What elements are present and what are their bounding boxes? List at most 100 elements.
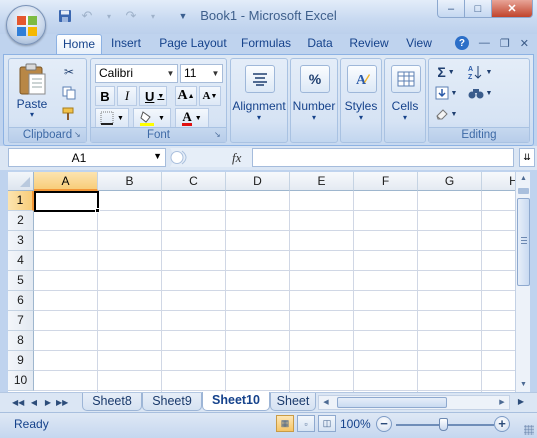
font-launcher-icon[interactable]: ↘	[214, 131, 223, 140]
maximize-button[interactable]: □	[464, 0, 492, 18]
font-size-combo[interactable]: 11 ▼	[180, 64, 223, 83]
styles-group[interactable]: A Styles ▾	[340, 58, 382, 143]
page-break-preview-icon[interactable]: ◫	[318, 415, 336, 432]
next-sheet-icon[interactable]: ▶	[42, 396, 54, 409]
zoom-out-icon[interactable]: −	[376, 416, 392, 432]
zoom-level[interactable]: 100%	[340, 417, 371, 431]
row-header-5[interactable]: 5	[8, 271, 34, 291]
normal-view-icon[interactable]: ▦	[276, 415, 294, 432]
alignment-group[interactable]: Alignment ▾	[230, 58, 288, 143]
vertical-scrollbar[interactable]: ▲ ▼	[515, 172, 530, 392]
row-header-2[interactable]: 2	[8, 211, 34, 231]
font-color-button[interactable]: A ▼	[175, 108, 209, 128]
page-layout-view-icon[interactable]: ▫	[297, 415, 315, 432]
first-sheet-icon[interactable]: ◀◀	[12, 396, 24, 409]
name-box[interactable]: A1 ▼	[8, 148, 166, 167]
prev-sheet-icon[interactable]: ◀	[28, 396, 40, 409]
office-button[interactable]	[6, 5, 46, 45]
autosum-button[interactable]: Σ ▼	[433, 62, 459, 82]
bold-button[interactable]: B	[95, 86, 115, 106]
fill-color-button[interactable]: ▼	[133, 108, 171, 128]
title-bar: ↶ ▾ ↷ ▾ ▼ Book1 - Microsoft Excel – □ ✕	[0, 0, 537, 34]
sheet-tab-sheet8[interactable]: Sheet8	[82, 393, 142, 411]
scroll-down-icon[interactable]: ▼	[516, 378, 531, 392]
help-icon[interactable]: ?	[454, 36, 469, 50]
insert-function-icon[interactable]: fx	[232, 150, 241, 166]
clipboard-launcher-icon[interactable]: ↘	[74, 131, 83, 140]
split-handle[interactable]	[518, 188, 529, 194]
paste-button[interactable]: Paste ▾	[13, 62, 51, 124]
column-header-c[interactable]: C	[162, 172, 226, 191]
sheet-tab-sheet9[interactable]: Sheet9	[142, 393, 202, 411]
paste-dropdown-icon[interactable]: ▾	[13, 111, 51, 119]
italic-button[interactable]: I	[117, 86, 137, 106]
row-header-10[interactable]: 10	[8, 371, 34, 391]
cells-group[interactable]: Cells ▾	[384, 58, 426, 143]
minimize-button[interactable]: –	[437, 0, 465, 18]
fill-handle[interactable]	[95, 208, 100, 213]
close-button[interactable]: ✕	[491, 0, 533, 18]
horizontal-scrollbar[interactable]: ◀ ▶	[318, 395, 510, 410]
formula-controls: fx	[168, 148, 252, 167]
cut-icon[interactable]: ✂	[59, 62, 79, 82]
column-header-g[interactable]: G	[418, 172, 482, 191]
tab-review[interactable]: Review	[344, 34, 394, 54]
tab-page-layout[interactable]: Page Layout	[155, 34, 231, 54]
font-name-combo[interactable]: Calibri ▼	[95, 64, 178, 83]
shrink-font-button[interactable]: A ▼	[199, 86, 221, 106]
resize-grip-icon[interactable]	[524, 425, 534, 435]
chevron-down-icon: ▾	[311, 113, 316, 122]
column-header-e[interactable]: E	[290, 172, 354, 191]
row-header-7[interactable]: 7	[8, 311, 34, 331]
row-header-4[interactable]: 4	[8, 251, 34, 271]
tab-formulas[interactable]: Formulas	[236, 34, 296, 54]
formula-input[interactable]	[252, 148, 514, 167]
scroll-right-end-icon[interactable]: ▶	[514, 395, 528, 408]
sheet-tab-sheet10[interactable]: Sheet10	[202, 392, 270, 411]
fill-button[interactable]: ▼	[433, 83, 459, 103]
cell-gridlines[interactable]	[34, 191, 515, 392]
tab-view[interactable]: View	[400, 34, 438, 54]
chevron-down-icon[interactable]: ▼	[153, 151, 162, 161]
number-group[interactable]: % Number ▾	[290, 58, 338, 143]
column-header-f[interactable]: F	[354, 172, 418, 191]
sheet-tab-partial[interactable]: Sheet	[270, 393, 316, 411]
column-header-a[interactable]: A	[34, 172, 98, 191]
scroll-left-icon[interactable]: ◀	[319, 396, 333, 409]
vertical-scroll-thumb[interactable]	[517, 198, 530, 286]
workbook-close-icon[interactable]: ✕	[520, 37, 529, 50]
sort-filter-button[interactable]: AZ ▼	[465, 62, 495, 82]
row-header-8[interactable]: 8	[8, 331, 34, 351]
grow-font-button[interactable]: A ▲	[175, 86, 197, 106]
select-all-button[interactable]	[8, 172, 34, 191]
workbook-minimize-icon[interactable]: —	[479, 37, 490, 49]
row-header-6[interactable]: 6	[8, 291, 34, 311]
tab-insert[interactable]: Insert	[104, 34, 148, 54]
editing-group: Σ ▼ AZ ▼ ▼ ▼ ▼ Editing	[428, 58, 530, 143]
worksheet-grid[interactable]: ABCDEFGH 1 2 3 4 5 6 7 8 9 10	[8, 172, 515, 392]
zoom-in-icon[interactable]: +	[494, 416, 510, 432]
column-header-h[interactable]: H	[482, 172, 515, 191]
clear-button[interactable]: ▼	[433, 104, 459, 124]
find-select-button[interactable]: ▼	[465, 83, 495, 103]
scroll-right-icon[interactable]: ▶	[495, 396, 509, 409]
tab-data[interactable]: Data	[302, 34, 338, 54]
column-header-b[interactable]: B	[98, 172, 162, 191]
row-header-3[interactable]: 3	[8, 231, 34, 251]
zoom-slider-thumb[interactable]	[439, 418, 448, 431]
format-painter-icon[interactable]	[59, 104, 79, 124]
column-header-d[interactable]: D	[226, 172, 290, 191]
tab-home[interactable]: Home	[56, 34, 102, 55]
active-cell[interactable]	[34, 191, 99, 212]
copy-icon[interactable]	[59, 83, 79, 103]
sheet-tab-bar: ◀◀ ◀ ▶ ▶▶ Sheet8 Sheet9 Sheet10 Sheet ◀ …	[0, 392, 537, 412]
row-header-9[interactable]: 9	[8, 351, 34, 371]
row-header-1[interactable]: 1	[8, 191, 34, 211]
workbook-restore-icon[interactable]: ❐	[500, 37, 510, 50]
borders-button[interactable]: ▼	[95, 108, 129, 128]
underline-button[interactable]: U ▼	[139, 86, 167, 106]
last-sheet-icon[interactable]: ▶▶	[56, 396, 68, 409]
horizontal-scroll-thumb[interactable]	[337, 397, 447, 408]
scroll-up-icon[interactable]: ▲	[516, 172, 531, 186]
expand-formula-bar-icon[interactable]: ⇊	[519, 148, 535, 167]
